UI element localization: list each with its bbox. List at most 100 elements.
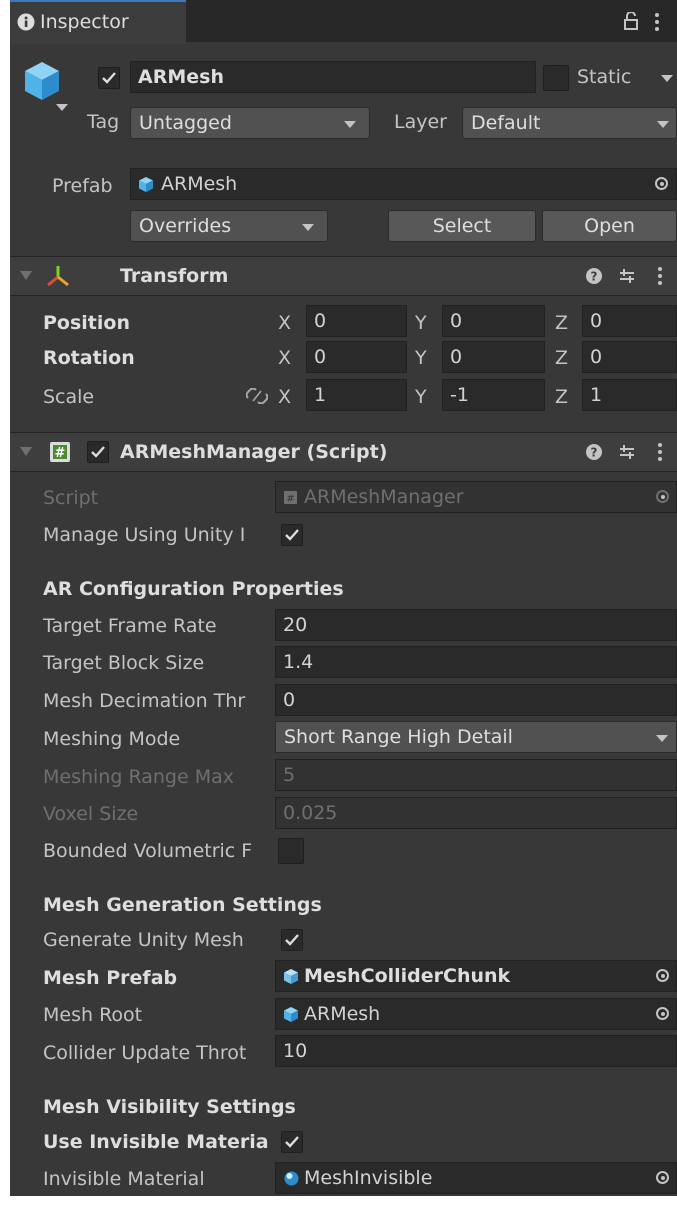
svg-text:#: # [55,446,66,461]
foldout-arrow-icon[interactable] [20,447,32,457]
overrides-dropdown[interactable]: Overrides [130,210,328,242]
mesh-decimation-field[interactable]: 0 [275,684,677,716]
voxel-size-field: 0.025 [275,797,677,829]
scale-y-field[interactable]: -1 [442,379,545,411]
rotation-y-field[interactable]: 0 [442,341,545,373]
layer-dropdown[interactable]: Default [462,107,677,139]
object-picker-icon [656,490,669,503]
generate-unity-mesh-label: Generate Unity Mesh [43,929,244,951]
foldout-arrow-icon[interactable] [20,271,32,281]
active-checkbox[interactable] [98,67,120,89]
script-hash-icon: # [50,442,70,462]
chevron-down-icon [302,224,314,231]
position-y-field[interactable]: 0 [442,305,545,337]
static-label: Static [577,66,632,88]
help-icon[interactable]: ? [585,443,603,461]
section-mesh-visibility: Mesh Visibility Settings [43,1096,296,1118]
manage-using-unity-checkbox[interactable] [281,524,303,546]
material-sphere-icon [284,1171,299,1186]
chevron-down-icon [656,735,668,742]
rotation-x-axis: X [278,347,292,369]
help-icon[interactable]: ? [585,267,603,285]
voxel-size-label: Voxel Size [43,803,139,825]
scale-z-field[interactable]: 1 [582,379,677,411]
info-icon [17,13,35,31]
script-component-title: ARMeshManager (Script) [120,441,388,463]
section-mesh-generation: Mesh Generation Settings [43,894,322,916]
svg-text:#: # [286,494,294,505]
tab-inspector[interactable]: Inspector [10,0,186,44]
rotation-x-field[interactable]: 0 [306,341,407,373]
prefab-variant-icon [284,969,298,984]
script-field: # ARMeshManager [275,481,677,513]
invisible-material-field[interactable]: MeshInvisible [275,1162,677,1194]
prefab-cube-icon [284,1007,298,1022]
rotation-z-axis: Z [555,347,569,369]
prefab-label: Prefab [52,175,113,197]
mesh-root-label: Mesh Root [43,1004,143,1026]
prefab-cube-icon [139,177,153,192]
position-z-field[interactable]: 0 [582,305,677,337]
meshing-mode-dropdown[interactable]: Short Range High Detail [275,721,677,753]
invisible-material-value: MeshInvisible [304,1167,433,1189]
presets-icon[interactable] [618,267,636,285]
mesh-decimation-label: Mesh Decimation Thr [43,690,246,712]
script-component-header[interactable]: # ARMeshManager (Script) ? [10,432,677,472]
target-frame-rate-label: Target Frame Rate [43,615,217,637]
invisible-material-label: Invisible Material [43,1168,205,1190]
script-enabled-checkbox[interactable] [87,441,109,463]
transform-header[interactable]: Transform ? [10,256,677,296]
position-x-field[interactable]: 0 [306,305,407,337]
lock-icon[interactable] [624,12,640,30]
component-menu-icon[interactable] [658,443,662,461]
chevron-down-icon [657,121,669,128]
mesh-root-field[interactable]: ARMesh [275,998,677,1030]
tag-label: Tag [87,111,120,133]
gameobject-icon-dropdown[interactable] [56,104,68,111]
prefab-field[interactable]: ARMesh [130,168,677,200]
collider-update-label: Collider Update Throt [43,1042,247,1064]
generate-unity-mesh-checkbox[interactable] [281,929,303,951]
static-checkbox[interactable] [543,65,569,91]
open-button[interactable]: Open [542,210,677,242]
inspector-panel: Inspector ARMesh Static Tag Untagged Lay… [10,0,677,1196]
meshing-range-max-field: 5 [275,759,677,791]
mesh-prefab-field[interactable]: MeshColliderChunk [275,960,677,992]
component-menu-icon[interactable] [658,267,662,285]
layer-label: Layer [394,111,447,133]
manage-using-unity-label: Manage Using Unity I [43,524,246,546]
rotation-y-axis: Y [415,347,427,369]
object-picker-icon[interactable] [656,1171,669,1184]
gameobject-name: ARMesh [138,66,224,88]
prefab-value: ARMesh [161,173,238,195]
rotation-label: Rotation [43,347,135,369]
rotation-z-field[interactable]: 0 [582,341,677,373]
link-scale-icon[interactable] [246,388,268,404]
meshing-mode-label: Meshing Mode [43,728,181,750]
position-z-axis: Z [555,312,569,334]
gameobject-name-field[interactable]: ARMesh [130,61,536,93]
object-picker-icon[interactable] [655,177,668,190]
target-frame-rate-field[interactable]: 20 [275,609,677,641]
object-picker-icon[interactable] [656,969,669,982]
tab-title: Inspector [40,11,129,33]
use-invisible-material-checkbox[interactable] [281,1131,303,1153]
script-value: ARMeshManager [304,486,464,508]
static-dropdown[interactable] [661,75,673,82]
section-ar-configuration: AR Configuration Properties [43,578,344,600]
target-block-size-field[interactable]: 1.4 [275,646,677,678]
scale-z-axis: Z [555,386,569,408]
tag-dropdown[interactable]: Untagged [130,107,370,139]
object-picker-icon[interactable] [656,1007,669,1020]
bounded-volumetric-checkbox[interactable] [278,838,304,864]
scale-label: Scale [43,386,95,408]
collider-update-field[interactable]: 10 [275,1035,677,1067]
gameobject-cube-icon [25,62,59,100]
select-button[interactable]: Select [388,210,536,242]
presets-icon[interactable] [618,443,636,461]
script-label: Script [43,487,99,509]
transform-title: Transform [120,265,229,287]
svg-text:?: ? [591,270,598,284]
tab-menu-icon[interactable] [655,13,659,31]
scale-x-field[interactable]: 1 [306,379,407,411]
